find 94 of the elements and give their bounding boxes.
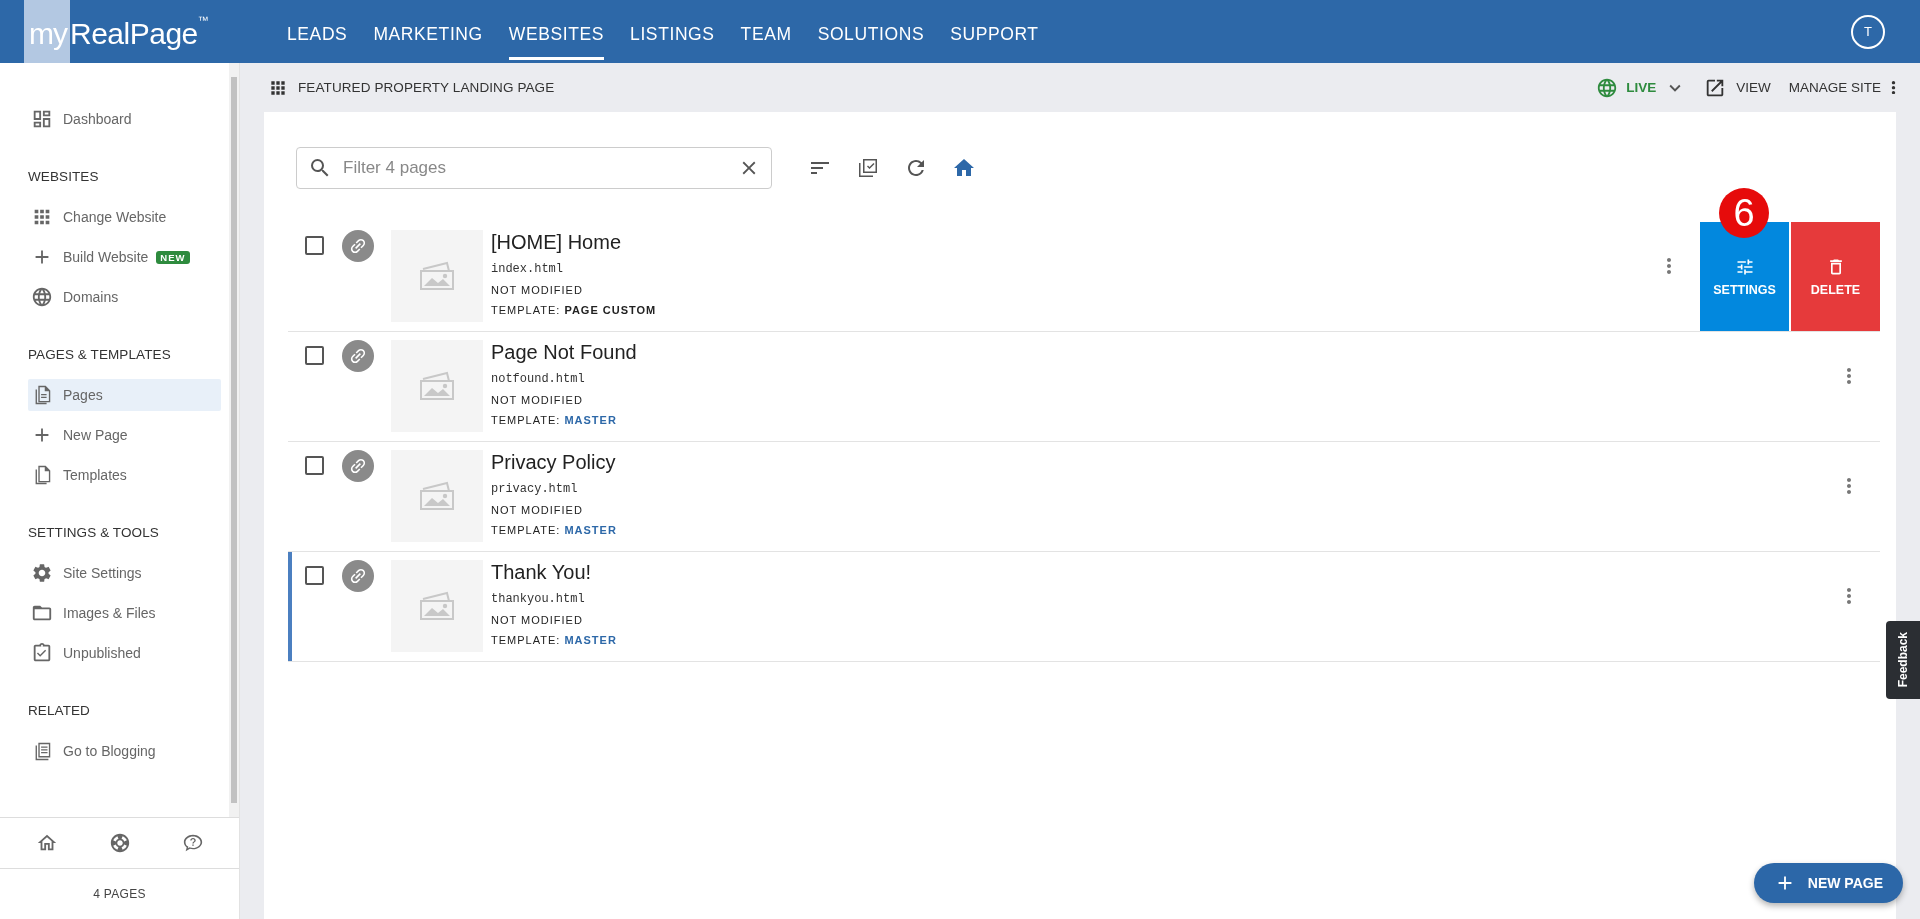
section-heading: SETTINGS & TOOLS [28, 524, 160, 542]
image-placeholder-icon [417, 259, 457, 293]
link-button[interactable] [342, 560, 374, 592]
logo-name: RealPage [70, 16, 198, 52]
template-label: TEMPLATE: [491, 304, 561, 316]
page-row[interactable]: Thank You! thankyou.html NOT MODIFIED TEMPLATE: MASTER [288, 552, 1880, 662]
template-label: TEMPLATE: [491, 524, 561, 536]
nav-tab[interactable]: MARKETING [360, 0, 496, 63]
nav-tab[interactable]: TEAM [727, 0, 805, 63]
page-title[interactable]: Thank You! [491, 560, 1846, 584]
clipboard-check-icon [31, 642, 53, 664]
sidebar-item[interactable]: Templates [28, 459, 221, 491]
page-row[interactable]: Privacy Policy privacy.html NOT MODIFIED TEMPLATE: MASTER [288, 442, 1880, 552]
page-row[interactable]: Page Not Found notfound.html NOT MODIFIED TEMPLATE: MASTER [288, 332, 1880, 442]
more-button[interactable] [1846, 478, 1852, 494]
sidebar-item[interactable]: Build Website NEW [28, 241, 221, 273]
template-link[interactable]: MASTER [564, 414, 617, 426]
more-button[interactable] [1846, 368, 1852, 384]
sidebar-item[interactable]: Pages [28, 379, 221, 411]
more-icon [1846, 478, 1852, 494]
file-name: thankyou.html [491, 592, 586, 606]
page-title[interactable]: [HOME] Home [491, 230, 1666, 254]
sidebar-item[interactable]: New Page [28, 419, 221, 451]
sidebar-item[interactable]: Site Settings [28, 557, 221, 589]
section-heading: PAGES & TEMPLATES [28, 346, 172, 364]
template-name: PAGE CUSTOM [564, 304, 657, 316]
nav-tab[interactable]: LISTINGS [617, 0, 728, 63]
section-heading: RELATED [28, 702, 91, 720]
page-status: NOT MODIFIED [491, 614, 584, 626]
sidebar-item[interactable]: Change Website [28, 201, 221, 233]
image-placeholder-icon [417, 589, 457, 623]
feedback-tab[interactable]: Feedback [1886, 621, 1920, 699]
link-button[interactable] [342, 230, 374, 262]
view-link[interactable]: VIEW [1704, 76, 1771, 99]
dashboard-icon [31, 108, 53, 130]
template-label: TEMPLATE: [491, 414, 561, 426]
lifebuoy-icon [108, 832, 131, 854]
link-icon [348, 566, 368, 586]
delete-button[interactable]: DELETE [1791, 222, 1880, 331]
sidebar-item[interactable]: Unpublished [28, 637, 221, 669]
new-badge: NEW [156, 250, 190, 264]
section-heading: WEBSITES [28, 168, 100, 186]
callout-badge: 6 [1719, 188, 1769, 238]
new-page-button[interactable]: NEW PAGE [1753, 863, 1903, 903]
sidebar-item[interactable]: Dashboard [28, 103, 221, 135]
more-icon [1846, 588, 1852, 604]
checkbox[interactable] [305, 566, 324, 585]
user-avatar[interactable]: T [1851, 14, 1885, 49]
template-link[interactable]: MASTER [564, 634, 617, 646]
nav-tab[interactable]: SOLUTIONS [804, 0, 938, 63]
more-button[interactable] [1666, 258, 1672, 274]
manage-site-menu[interactable]: MANAGE SITE [1788, 80, 1896, 95]
globe-icon [31, 286, 53, 308]
settings-icon [31, 562, 53, 584]
page-status: NOT MODIFIED [491, 504, 584, 516]
nav-tab[interactable]: LEADS [274, 0, 361, 63]
more-icon [1666, 258, 1672, 274]
sidebar-item[interactable]: Domains [28, 281, 221, 313]
page-status: NOT MODIFIED [491, 394, 584, 406]
page-title[interactable]: Privacy Policy [491, 450, 1846, 474]
link-button[interactable] [342, 450, 374, 482]
link-icon [348, 346, 368, 366]
checkbox[interactable] [305, 346, 324, 365]
more-icon [1846, 368, 1852, 384]
link-icon [348, 456, 368, 476]
nav-tab[interactable]: WEBSITES [495, 0, 618, 63]
logo-prefix: my [24, 0, 70, 63]
globe-icon [1596, 76, 1619, 99]
trademark-sign: ™ [197, 14, 209, 26]
sidebar-item[interactable]: Go to Blogging [28, 735, 221, 767]
file-name: notfound.html [491, 372, 586, 386]
file-name: index.html [491, 262, 564, 276]
link-icon [348, 236, 368, 256]
sidebar-item[interactable]: Images & Files [28, 597, 221, 629]
scrollbar[interactable] [229, 63, 239, 817]
page-status: NOT MODIFIED [491, 284, 584, 296]
template-link[interactable]: MASTER [564, 524, 617, 536]
image-placeholder-icon [417, 369, 457, 403]
file-name: privacy.html [491, 482, 579, 496]
search-field[interactable]: Filter 4 pages [296, 147, 772, 189]
link-button[interactable] [342, 340, 374, 372]
site-title: FEATURED PROPERTY LANDING PAGE [298, 80, 555, 95]
select-all-icon [856, 156, 880, 180]
live-status-menu[interactable]: LIVE [1596, 76, 1687, 99]
checkbox[interactable] [305, 236, 324, 255]
more-icon [1891, 80, 1896, 95]
page-count: 4 PAGES [93, 887, 146, 901]
checkbox[interactable] [305, 456, 324, 475]
nav-tab[interactable]: SUPPORT [937, 0, 1052, 63]
page-title[interactable]: Page Not Found [491, 340, 1846, 364]
more-button[interactable] [1846, 588, 1852, 604]
template-label: TEMPLATE: [491, 634, 561, 646]
help-bubble-icon [181, 832, 204, 854]
image-placeholder-icon [417, 479, 457, 513]
